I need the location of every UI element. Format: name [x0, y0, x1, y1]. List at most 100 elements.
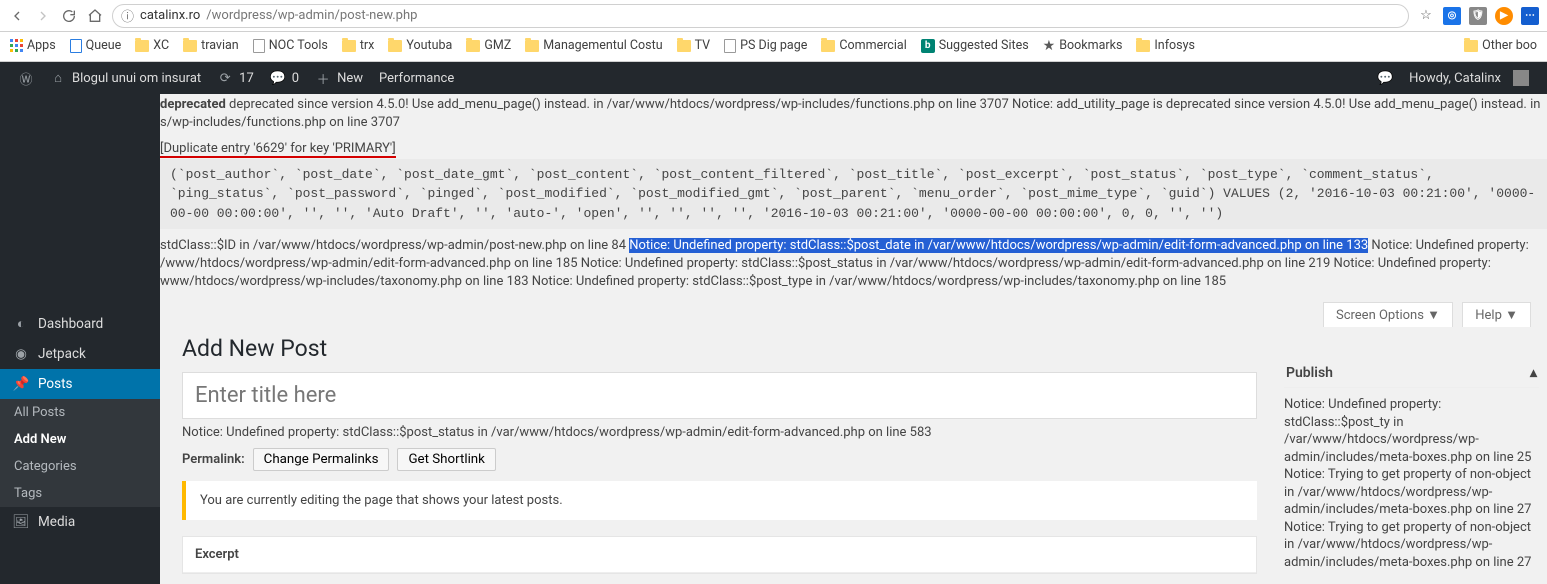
page-icon	[724, 39, 736, 53]
bookmark-item[interactable]: Queue	[70, 38, 122, 53]
bookmark-item[interactable]: trx	[342, 38, 375, 53]
bookmark-item[interactable]: Youtuba	[388, 38, 452, 53]
folder-icon	[388, 40, 402, 52]
howdy-label: Howdy, Catalinx	[1409, 71, 1501, 86]
bookmark-item[interactable]: PS Dig page	[724, 38, 807, 53]
bookmark-item[interactable]: travian	[183, 38, 239, 53]
site-name[interactable]: ⌂ Blogul unui om insurat	[42, 70, 209, 86]
jetpack-icon: ◉	[12, 346, 30, 362]
folder-icon	[821, 40, 835, 52]
wp-logo[interactable]: Ⓦ	[10, 70, 42, 86]
comments[interactable]: 💬0	[262, 70, 307, 86]
dashboard-icon: ◐	[12, 316, 30, 332]
new-label: New	[337, 71, 363, 86]
forward-icon[interactable]	[34, 7, 52, 25]
excerpt-heading: Excerpt	[183, 537, 1256, 573]
page-icon	[253, 39, 265, 53]
media-icon: 🖼	[12, 514, 30, 530]
bookmark-item[interactable]: b Suggested Sites	[921, 38, 1029, 53]
pin-icon: 📌	[12, 376, 30, 392]
notice-text: deprecated since version 4.5.0! Use add_…	[160, 97, 1540, 130]
bookmark-label: Infosys	[1154, 38, 1195, 53]
excerpt-box: Excerpt	[182, 536, 1257, 574]
folder-icon	[135, 40, 149, 52]
bookmark-label: TV	[695, 38, 711, 53]
sidebar-sub-tags[interactable]: Tags	[0, 480, 160, 507]
star-icon[interactable]: ☆	[1417, 7, 1435, 25]
comment-icon: 💬	[270, 70, 286, 86]
help-button[interactable]: Help ▼	[1462, 302, 1531, 327]
bookmark-label: Suggested Sites	[939, 38, 1029, 53]
duplicate-entry-error: [Duplicate entry '6629' for key 'PRIMARY…	[160, 141, 396, 158]
wp-admin-bar: Ⓦ ⌂Blogul unui om insurat ⟳17 💬0 ＋New Pe…	[0, 62, 1547, 94]
folder-icon	[1464, 40, 1478, 52]
publish-heading: Publish▴	[1284, 359, 1539, 388]
bing-icon: b	[921, 39, 935, 53]
bookmark-item[interactable]: Infosys	[1136, 38, 1195, 53]
bookmark-label: PS Dig page	[740, 38, 807, 53]
avatar	[1513, 70, 1529, 86]
sidebar-item-jetpack[interactable]: ◉Jetpack	[0, 339, 160, 369]
bookmark-label: Youtuba	[406, 38, 452, 53]
change-permalinks-button[interactable]: Change Permalinks	[253, 448, 390, 471]
extension-icon[interactable]: ◎	[1443, 7, 1461, 25]
folder-icon	[525, 40, 539, 52]
back-icon[interactable]	[8, 7, 26, 25]
sidebar-label: Categories	[14, 459, 77, 474]
php-notice-text: deprecated deprecated since version 4.5.…	[160, 96, 1547, 132]
home-icon[interactable]	[86, 7, 104, 25]
extension-icon[interactable]: ⋯	[1521, 7, 1539, 25]
sidebar-sub-add-new[interactable]: Add New	[0, 426, 160, 453]
sidebar-sub-categories[interactable]: Categories	[0, 453, 160, 480]
site-name-label: Blogul unui om insurat	[72, 71, 201, 86]
comments-count: 0	[292, 71, 299, 86]
bookmark-label: trx	[360, 38, 375, 53]
other-bookmarks[interactable]: Other boo	[1464, 38, 1537, 53]
sidebar-label: Tags	[14, 486, 42, 501]
bookmark-label: Managementul Costu	[543, 38, 662, 53]
sql-dump: (`post_author`, `post_date`, `post_date_…	[160, 159, 1547, 230]
folder-icon	[466, 40, 480, 52]
bookmark-apps[interactable]: Apps	[10, 38, 56, 53]
new-content[interactable]: ＋New	[307, 70, 371, 86]
sidebar-sub-all-posts[interactable]: All Posts	[0, 399, 160, 426]
screen-options-button[interactable]: Screen Options ▼	[1323, 302, 1453, 327]
folder-icon	[1136, 40, 1150, 52]
bookmark-item[interactable]: XC	[135, 38, 169, 53]
comment-icon: 💬	[1377, 70, 1393, 86]
sidebar-label: Dashboard	[38, 316, 103, 332]
page-icon	[70, 39, 82, 53]
extension-icon[interactable]: ▶	[1495, 7, 1513, 25]
sidebar-item-media[interactable]: 🖼 Media	[0, 507, 160, 537]
sidebar-item-posts[interactable]: 📌Posts	[0, 369, 160, 399]
bookmark-item[interactable]: Managementul Costu	[525, 38, 662, 53]
post-title-input[interactable]	[182, 372, 1257, 419]
bookmark-item[interactable]: Commercial	[821, 38, 906, 53]
updates[interactable]: ⟳17	[209, 70, 262, 86]
bookmark-item[interactable]: GMZ	[466, 38, 511, 53]
sidebar-item-dashboard[interactable]: ◐ Dashboard	[0, 309, 160, 339]
performance[interactable]: Performance	[371, 71, 462, 86]
howdy[interactable]: Howdy, Catalinx	[1401, 70, 1537, 86]
site-info-icon[interactable]: ⓘ	[121, 6, 134, 25]
editing-notice: You are currently editing the page that …	[182, 481, 1257, 520]
home-icon: ⌂	[50, 70, 66, 86]
bookmark-item[interactable]: TV	[677, 38, 711, 53]
bookmark-label: Bookmarks	[1059, 38, 1122, 53]
bookmark-item[interactable]: ★Bookmarks	[1043, 38, 1123, 54]
folder-icon	[342, 40, 356, 52]
wp-content: deprecated deprecated since version 4.5.…	[160, 94, 1547, 584]
php-notice-block: stdClass::$ID in /var/www/htdocs/wordpre…	[160, 237, 1547, 292]
reload-icon[interactable]	[60, 7, 78, 25]
address-bar[interactable]: ⓘ catalinx.ro/wordpress/wp-admin/post-ne…	[112, 4, 1409, 28]
refresh-icon: ⟳	[217, 70, 233, 86]
notifications[interactable]: 💬	[1369, 70, 1401, 86]
get-shortlink-button[interactable]: Get Shortlink	[397, 448, 495, 471]
bookmark-item[interactable]: NOC Tools	[253, 38, 328, 53]
folder-icon	[183, 40, 197, 52]
sidebar-label: Media	[38, 514, 75, 530]
sidebar-posts-submenu: All Posts Add New Categories Tags	[0, 399, 160, 507]
url-host: catalinx.ro	[140, 8, 200, 23]
toggle-icon[interactable]: ▴	[1530, 365, 1537, 381]
extension-icon[interactable]: 🛡	[1469, 7, 1487, 25]
